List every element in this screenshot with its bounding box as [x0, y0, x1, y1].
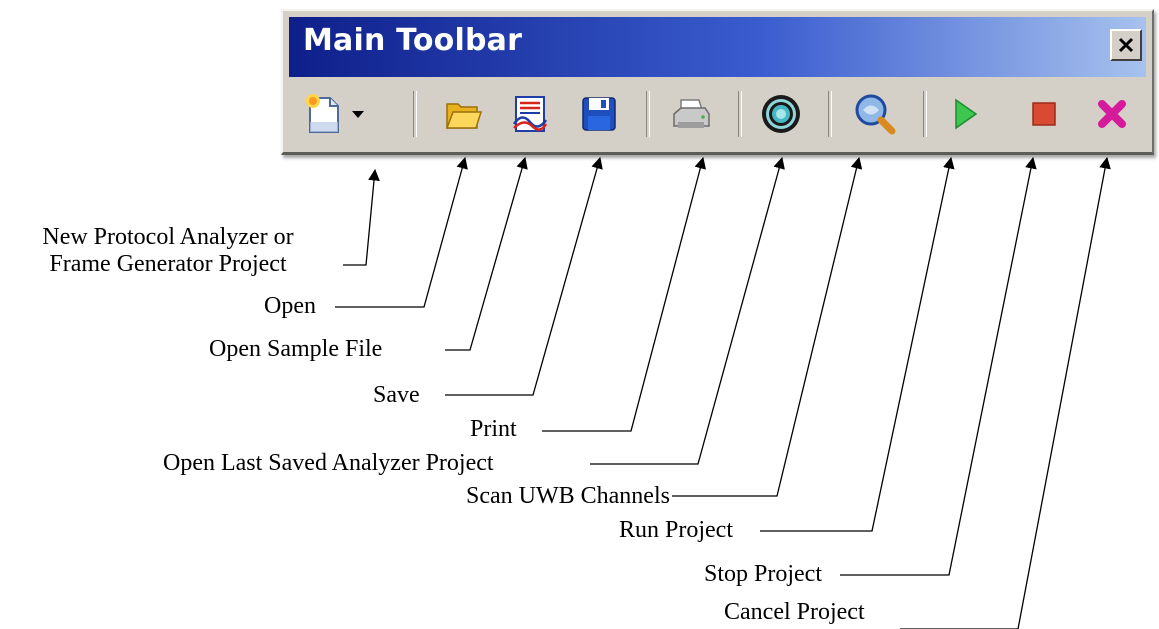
callout-stop-project: Stop Project — [704, 561, 822, 587]
callout-scan-uwb: Scan UWB Channels — [466, 483, 670, 509]
callout-run-project: Run Project — [619, 517, 733, 543]
callout-open: Open — [264, 293, 316, 319]
leader-open — [335, 156, 468, 308]
leader-run-project — [760, 156, 955, 532]
callout-leader-lines — [335, 156, 1111, 629]
callout-new-project: New Protocol Analyzer or Frame Generator… — [6, 224, 330, 278]
leader-new-project — [343, 168, 380, 266]
callout-open-last-saved: Open Last Saved Analyzer Project — [163, 450, 494, 476]
leader-save — [445, 156, 603, 396]
callout-save: Save — [373, 382, 420, 408]
leader-scan-uwb — [672, 156, 863, 497]
callout-new-project-line2: Frame Generator Project — [49, 251, 287, 277]
callout-new-project-line1: New Protocol Analyzer or — [42, 224, 294, 250]
callout-print: Print — [470, 416, 517, 442]
leader-print — [542, 156, 706, 432]
leader-stop-project — [840, 156, 1037, 576]
leader-open-last-saved — [590, 156, 785, 465]
callout-open-sample-file: Open Sample File — [209, 336, 383, 362]
callout-cancel-project: Cancel Project — [724, 599, 865, 625]
leader-cancel-project — [900, 156, 1111, 629]
